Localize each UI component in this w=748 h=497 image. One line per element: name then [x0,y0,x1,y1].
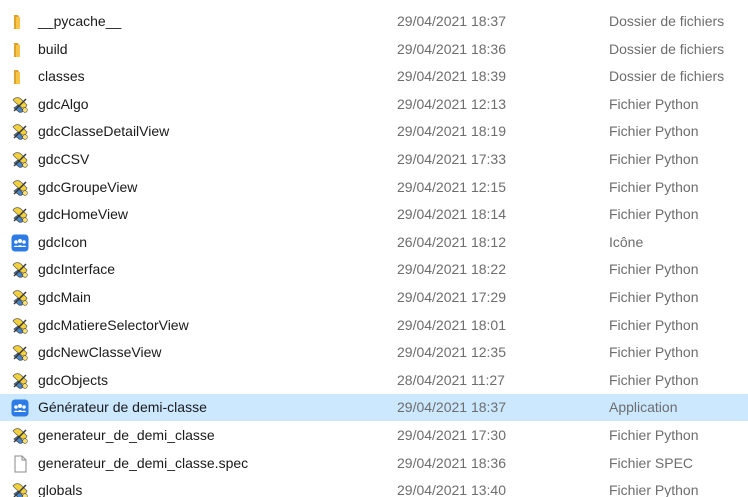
file-row[interactable]: build 29/04/2021 18:36 Dossier de fichiers [0,36,748,63]
file-type: Fichier Python [609,289,699,305]
file-row[interactable]: globals 29/04/2021 13:40 Fichier Python [0,477,748,497]
folder-icon [11,13,29,31]
file-type: Dossier de fichiers [609,40,725,57]
python-file-icon [11,344,29,362]
file-row[interactable]: gdcObjects 28/04/2021 11:27 Fichier Python [0,367,748,394]
file-type: Dossier de fichiers [609,68,725,85]
folder-icon [11,41,29,59]
file-row[interactable]: gdcClasseDetailView 29/04/2021 18:19 Fichi… [0,118,748,145]
file-row[interactable]: gdcHomeView 29/04/2021 18:14 Fichier Pytho… [0,201,748,228]
file-list: __pycache__ 29/04/2021 18:37 Dossier de fi… [0,0,748,497]
file-date-modified: 29/04/2021 18:36 [397,40,506,57]
file-name[interactable]: gdcAlgo [38,96,89,112]
file-date-modified: 29/04/2021 17:29 [397,289,506,305]
file-row[interactable]: gdcMatiereSelectorView 29/04/2021 18:01 Fi… [0,312,748,339]
file-name[interactable]: gdcClasseDetailView [38,123,169,139]
file-date-modified: 29/04/2021 18:19 [397,123,506,140]
file-date-modified: 29/04/2021 12:35 [397,344,506,361]
file-date-modified: 29/04/2021 17:33 [397,151,506,167]
app-icon [11,399,29,417]
file-date-modified: 29/04/2021 17:30 [397,427,506,443]
file-type: Fichier Python [609,482,699,497]
file-name[interactable]: gdcMain [38,289,91,305]
file-row[interactable]: gdcNewClasseView 29/04/2021 12:35 Fichier … [0,339,748,366]
python-file-icon [11,289,29,307]
file-name[interactable]: gdcHomeView [38,206,128,222]
file-date-modified: 29/04/2021 18:39 [397,68,506,85]
file-type: Fichier Python [609,123,699,140]
file-name[interactable]: gdcNewClasseView [38,344,161,360]
file-type: Fichier Python [609,206,699,223]
file-name[interactable]: build [38,41,68,57]
file-row[interactable]: Générateur de demi-classe 29/04/2021 18:3… [0,394,748,422]
file-date-modified: 29/04/2021 18:36 [397,454,506,471]
file-name[interactable]: Générateur de demi-classe [38,399,207,415]
file-row[interactable]: gdcIcon 26/04/2021 18:12 Icône [0,229,748,256]
file-name[interactable]: gdcIcon [38,234,87,250]
file-type: Icône [609,233,644,250]
file-name[interactable]: gdcObjects [38,372,108,388]
python-file-icon [11,96,29,114]
python-file-icon [11,261,29,279]
file-row[interactable]: gdcAlgo 29/04/2021 12:13 Fichier Python [0,91,748,118]
file-type: Fichier Python [609,316,699,333]
app-icon [11,234,29,252]
folder-icon [11,68,29,86]
file-date-modified: 29/04/2021 12:15 [397,178,506,195]
file-row[interactable]: gdcMain 29/04/2021 17:29 Fichier Python [0,284,748,311]
file-name[interactable]: gdcGroupeView [38,179,137,195]
file-name[interactable]: gdcMatiereSelectorView [38,317,189,333]
file-row[interactable]: gdcCSV 29/04/2021 17:33 Fichier Python [0,146,748,173]
file-type: Fichier Python [609,371,699,388]
file-date-modified: 29/04/2021 18:37 [397,399,506,416]
file-date-modified: 29/04/2021 18:01 [397,316,506,333]
file-date-modified: 29/04/2021 18:37 [397,13,506,29]
python-file-icon [11,179,29,197]
file-name[interactable]: generateur_de_demi_classe.spec [38,455,248,471]
file-type: Fichier Python [609,261,699,278]
python-file-icon [11,151,29,169]
file-type: Fichier SPEC [609,454,694,471]
file-name[interactable]: gdcInterface [38,261,115,277]
file-name[interactable]: classes [38,68,85,84]
file-type: Fichier Python [609,178,699,195]
file-type: Fichier Python [609,427,699,443]
file-date-modified: 28/04/2021 11:27 [397,371,505,388]
file-date-modified: 26/04/2021 18:12 [397,233,506,250]
file-type: Fichier Python [609,95,699,112]
file-name[interactable]: globals [38,482,82,497]
file-row[interactable]: __pycache__ 29/04/2021 18:37 Dossier de fi… [0,8,748,35]
python-file-icon [11,372,29,390]
file-type: Fichier Python [609,151,699,167]
file-type: Dossier de fichiers [609,13,725,29]
file-row[interactable]: generateur_de_demi_classe 29/04/2021 17:3… [0,422,748,449]
file-date-modified: 29/04/2021 13:40 [397,482,506,497]
python-file-icon [11,206,29,224]
python-file-icon [11,317,29,335]
file-type: Application [609,399,678,416]
file-name[interactable]: generateur_de_demi_classe [38,427,215,443]
file-type: Fichier Python [609,344,699,361]
file-row[interactable]: gdcInterface 29/04/2021 18:22 Fichier Pyth… [0,256,748,283]
python-file-icon [11,482,29,497]
generic-file-icon [11,455,29,473]
python-file-icon [11,427,29,445]
file-row[interactable]: classes 29/04/2021 18:39 Dossier de fichie… [0,63,748,90]
file-date-modified: 29/04/2021 18:22 [397,261,506,278]
python-file-icon [11,123,29,141]
file-date-modified: 29/04/2021 12:13 [397,95,506,112]
file-name[interactable]: gdcCSV [38,151,89,167]
file-name[interactable]: __pycache__ [38,13,121,29]
file-row[interactable]: generateur_de_demi_classe.spec 29/04/2021… [0,450,748,477]
file-row[interactable]: gdcGroupeView 29/04/2021 12:15 Fichier Pyt… [0,174,748,201]
file-date-modified: 29/04/2021 18:14 [397,206,506,223]
